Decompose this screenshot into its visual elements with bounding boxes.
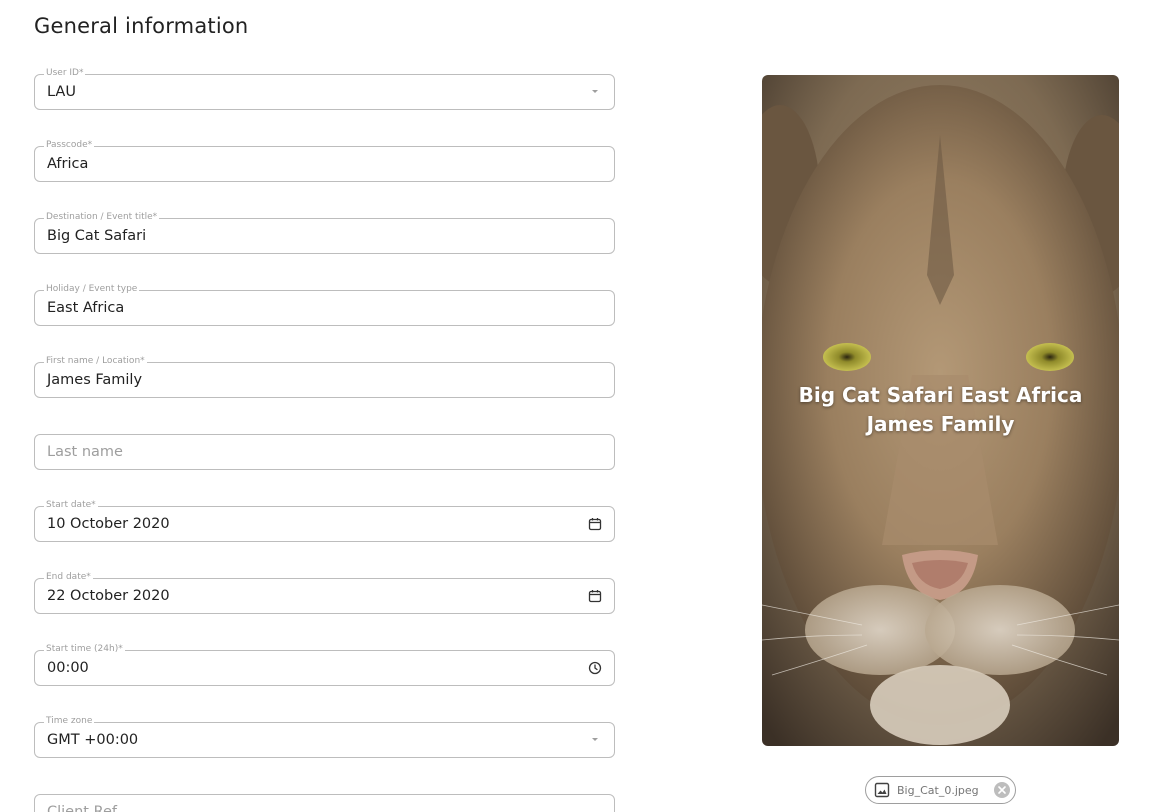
cover-image-preview: Big Cat Safari East Africa James Family — [762, 75, 1119, 746]
attachment-filename: Big_Cat_0.jpeg — [897, 783, 979, 797]
client-ref-placeholder: Client Ref — [47, 804, 118, 812]
destination-label: Destination / Event title* — [44, 212, 160, 223]
start-time-value: 00:00 — [47, 660, 89, 676]
passcode-label: Passcode* — [44, 140, 95, 151]
start-time-field[interactable]: Start time (24h)* 00:00 — [34, 644, 615, 686]
end-date-value: 22 October 2020 — [47, 588, 170, 604]
time-zone-value: GMT +00:00 — [47, 732, 139, 748]
destination-value: Big Cat Safari — [47, 228, 147, 244]
attachment-chip[interactable]: Big_Cat_0.jpeg — [865, 776, 1016, 804]
holiday-type-label: Holiday / Event type — [44, 284, 140, 295]
last-name-field[interactable]: Last name — [34, 434, 615, 470]
general-information-page: General information User ID* LAU Passcod… — [0, 0, 1158, 812]
start-date-field[interactable]: Start date* 10 October 2020 — [34, 500, 615, 542]
calendar-icon[interactable] — [587, 588, 603, 604]
start-date-label: Start date* — [44, 500, 98, 511]
section-title: General information — [34, 14, 249, 38]
dropdown-arrow-icon[interactable] — [587, 732, 603, 748]
user-id-label: User ID* — [44, 68, 86, 79]
image-icon — [874, 782, 890, 798]
holiday-type-value: East Africa — [47, 300, 125, 316]
preview-subtitle: James Family — [866, 412, 1015, 436]
general-information-form: User ID* LAU Passcode* Africa Destinatio… — [34, 68, 615, 812]
end-date-field[interactable]: End date* 22 October 2020 — [34, 572, 615, 614]
preview-title: Big Cat Safari East Africa — [798, 383, 1083, 407]
calendar-icon[interactable] — [587, 516, 603, 532]
client-ref-field[interactable]: Client Ref — [34, 794, 615, 812]
first-name-value: James Family — [47, 372, 143, 388]
start-time-label: Start time (24h)* — [44, 644, 125, 655]
dropdown-arrow-icon[interactable] — [587, 84, 603, 100]
clock-icon[interactable] — [587, 660, 603, 676]
user-id-select[interactable]: User ID* LAU — [34, 68, 615, 110]
user-id-value: LAU — [47, 84, 76, 100]
first-name-field[interactable]: First name / Location* James Family — [34, 356, 615, 398]
passcode-field[interactable]: Passcode* Africa — [34, 140, 615, 182]
destination-field[interactable]: Destination / Event title* Big Cat Safar… — [34, 212, 615, 254]
remove-circle-icon[interactable] — [993, 781, 1011, 799]
time-zone-select[interactable]: Time zone GMT +00:00 — [34, 716, 615, 758]
end-date-label: End date* — [44, 572, 93, 583]
time-zone-label: Time zone — [44, 716, 95, 727]
passcode-value: Africa — [47, 156, 89, 172]
start-date-value: 10 October 2020 — [47, 516, 170, 532]
first-name-label: First name / Location* — [44, 356, 147, 367]
holiday-type-field[interactable]: Holiday / Event type East Africa — [34, 284, 615, 326]
last-name-placeholder: Last name — [47, 444, 123, 460]
